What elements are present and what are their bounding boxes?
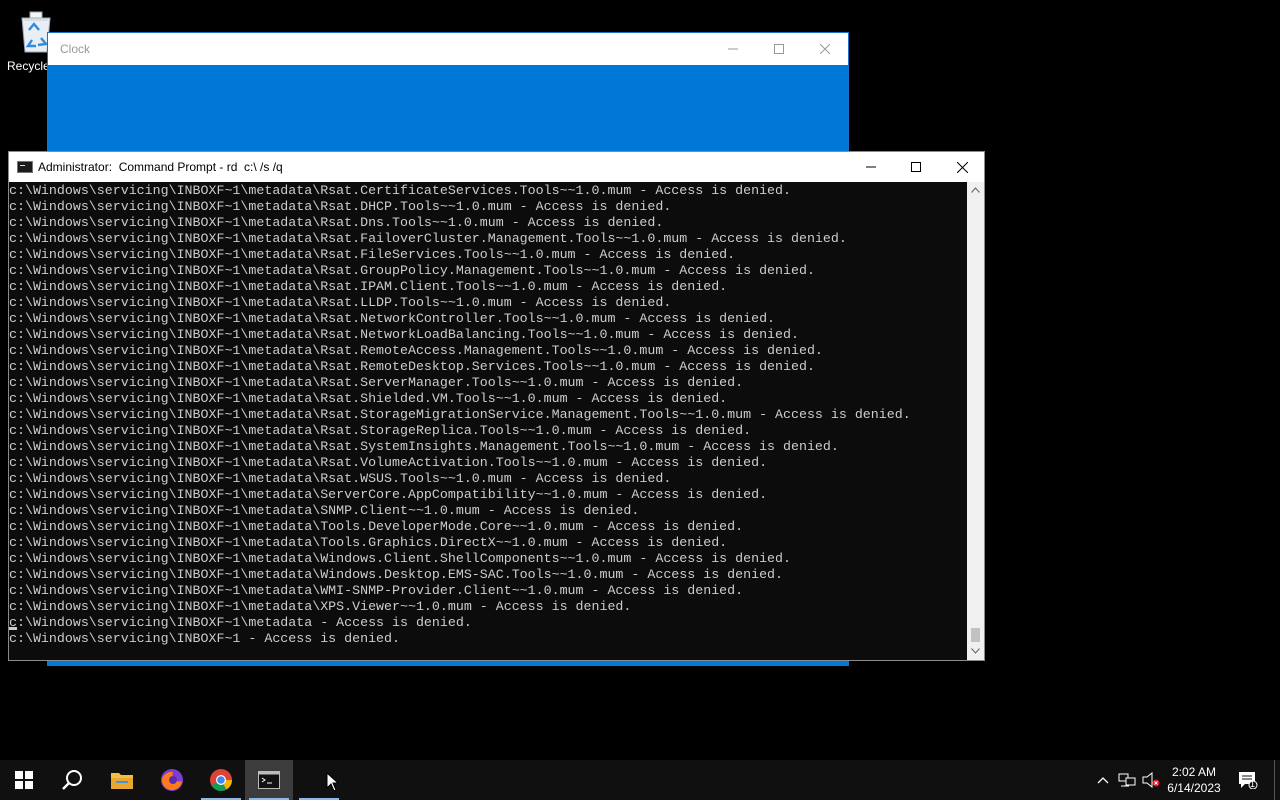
console-line: c:\Windows\servicing\INBOXF~1\metadata\R… [9, 391, 728, 406]
console-line: c:\Windows\servicing\INBOXF~1\metadata\R… [9, 359, 815, 374]
console-line: c:\Windows\servicing\INBOXF~1\metadata\R… [9, 279, 728, 294]
minimize-icon [728, 48, 738, 50]
cmd-app-icon [17, 161, 33, 173]
console-line: c:\Windows\servicing\INBOXF~1\metadata\S… [9, 487, 768, 502]
recycle-bin-label: Recycle [7, 59, 50, 73]
cmd-minimize-button[interactable] [848, 152, 894, 182]
clock-time: 2:02 AM [1171, 765, 1217, 779]
scroll-up-button[interactable] [967, 182, 984, 199]
show-hidden-icons-button[interactable] [1094, 760, 1112, 800]
console-line: c:\Windows\servicing\INBOXF~1\metadata -… [9, 615, 472, 630]
file-explorer-button[interactable] [98, 760, 146, 800]
chevron-up-icon [1097, 777, 1109, 784]
cmd-window-title: Administrator: Command Prompt - rd c:\ /… [38, 160, 283, 174]
console-line: c:\Windows\servicing\INBOXF~1\metadata\R… [9, 455, 768, 470]
scroll-down-button[interactable] [967, 643, 984, 660]
network-button[interactable] [1116, 760, 1138, 800]
cmd-titlebar[interactable]: Administrator: Command Prompt - rd c:\ /… [9, 152, 984, 182]
console-line: c:\Windows\servicing\INBOXF~1\metadata\W… [9, 583, 744, 598]
clock-date: 6/14/2023 [1167, 781, 1221, 795]
chevron-down-icon [971, 648, 980, 654]
console-line: c:\Windows\servicing\INBOXF~1\metadata\R… [9, 199, 672, 214]
taskbar: 2:02 AM 6/14/2023 1 [0, 760, 1280, 800]
command-prompt-button[interactable] [245, 760, 293, 800]
desktop: Recycle Clock Administrator: Command Pro… [0, 0, 1280, 760]
chrome-button[interactable] [197, 760, 245, 800]
console-line: c:\Windows\servicing\INBOXF~1\metadata\R… [9, 439, 839, 454]
show-desktop-button[interactable] [1274, 760, 1280, 800]
command-prompt-window[interactable]: Administrator: Command Prompt - rd c:\ /… [8, 151, 985, 661]
start-button[interactable] [0, 760, 48, 800]
console-line: c:\Windows\servicing\INBOXF~1\metadata\W… [9, 551, 791, 566]
search-button[interactable] [48, 760, 96, 800]
console-line: c:\Windows\servicing\INBOXF~1\metadata\R… [9, 423, 752, 438]
console-line: c:\Windows\servicing\INBOXF~1\metadata\T… [9, 519, 744, 534]
console-line: c:\Windows\servicing\INBOXF~1\metadata\R… [9, 183, 791, 198]
console-line: c:\Windows\servicing\INBOXF~1\metadata\R… [9, 295, 672, 310]
notification-count: 1 [1250, 779, 1256, 789]
windows-logo-icon [15, 771, 33, 789]
maximize-icon [911, 162, 921, 172]
scrollbar-thumb[interactable] [971, 628, 980, 642]
console-line: c:\Windows\servicing\INBOXF~1\metadata\R… [9, 231, 847, 246]
volume-muted-icon [1142, 772, 1160, 788]
action-center-button[interactable]: 1 [1234, 760, 1262, 800]
cmd-close-button[interactable] [939, 152, 985, 182]
minimize-icon [866, 166, 876, 168]
clock-maximize-button[interactable] [756, 33, 802, 65]
firefox-icon [161, 769, 183, 791]
chevron-up-icon [971, 187, 980, 193]
close-icon [956, 161, 968, 173]
console-line: c:\Windows\servicing\INBOXF~1\metadata\R… [9, 247, 736, 262]
clock-close-button[interactable] [802, 33, 848, 65]
maximize-icon [774, 44, 784, 54]
console-line: c:\Windows\servicing\INBOXF~1\metadata\W… [9, 567, 784, 582]
console-line: c:\Windows\servicing\INBOXF~1\metadata\R… [9, 471, 672, 486]
chrome-icon [210, 769, 232, 791]
clock-minimize-button[interactable] [710, 33, 756, 65]
folder-icon [111, 773, 133, 789]
cmd-icon [258, 771, 280, 789]
console-line: c:\Windows\servicing\INBOXF~1\metadata\R… [9, 327, 799, 342]
console-output[interactable]: c:\Windows\servicing\INBOXF~1\metadata\R… [9, 182, 968, 660]
console-cursor [9, 627, 17, 630]
console-line: c:\Windows\servicing\INBOXF~1\metadata\R… [9, 311, 776, 326]
taskbar-clock[interactable]: 2:02 AM 6/14/2023 [1160, 764, 1228, 796]
console-line: c:\Windows\servicing\INBOXF~1 - Access i… [9, 631, 400, 646]
firefox-button[interactable] [148, 760, 196, 800]
console-line: c:\Windows\servicing\INBOXF~1\metadata\R… [9, 407, 911, 422]
search-icon [62, 770, 82, 790]
network-icon [1118, 773, 1136, 787]
console-line: c:\Windows\servicing\INBOXF~1\metadata\X… [9, 599, 632, 614]
clock-window-title: Clock [60, 42, 91, 56]
console-line: c:\Windows\servicing\INBOXF~1\metadata\R… [9, 263, 815, 278]
close-icon [820, 44, 830, 54]
clock-titlebar[interactable]: Clock [48, 33, 848, 65]
console-line: c:\Windows\servicing\INBOXF~1\metadata\R… [9, 343, 823, 358]
console-line: c:\Windows\servicing\INBOXF~1\metadata\R… [9, 215, 664, 230]
mouse-pointer-icon [326, 772, 340, 792]
volume-button[interactable] [1140, 760, 1162, 800]
cmd-maximize-button[interactable] [893, 152, 939, 182]
console-scrollbar[interactable] [967, 182, 984, 660]
console-line: c:\Windows\servicing\INBOXF~1\metadata\S… [9, 503, 640, 518]
console-line: c:\Windows\servicing\INBOXF~1\metadata\T… [9, 535, 728, 550]
console-line: c:\Windows\servicing\INBOXF~1\metadata\R… [9, 375, 744, 390]
